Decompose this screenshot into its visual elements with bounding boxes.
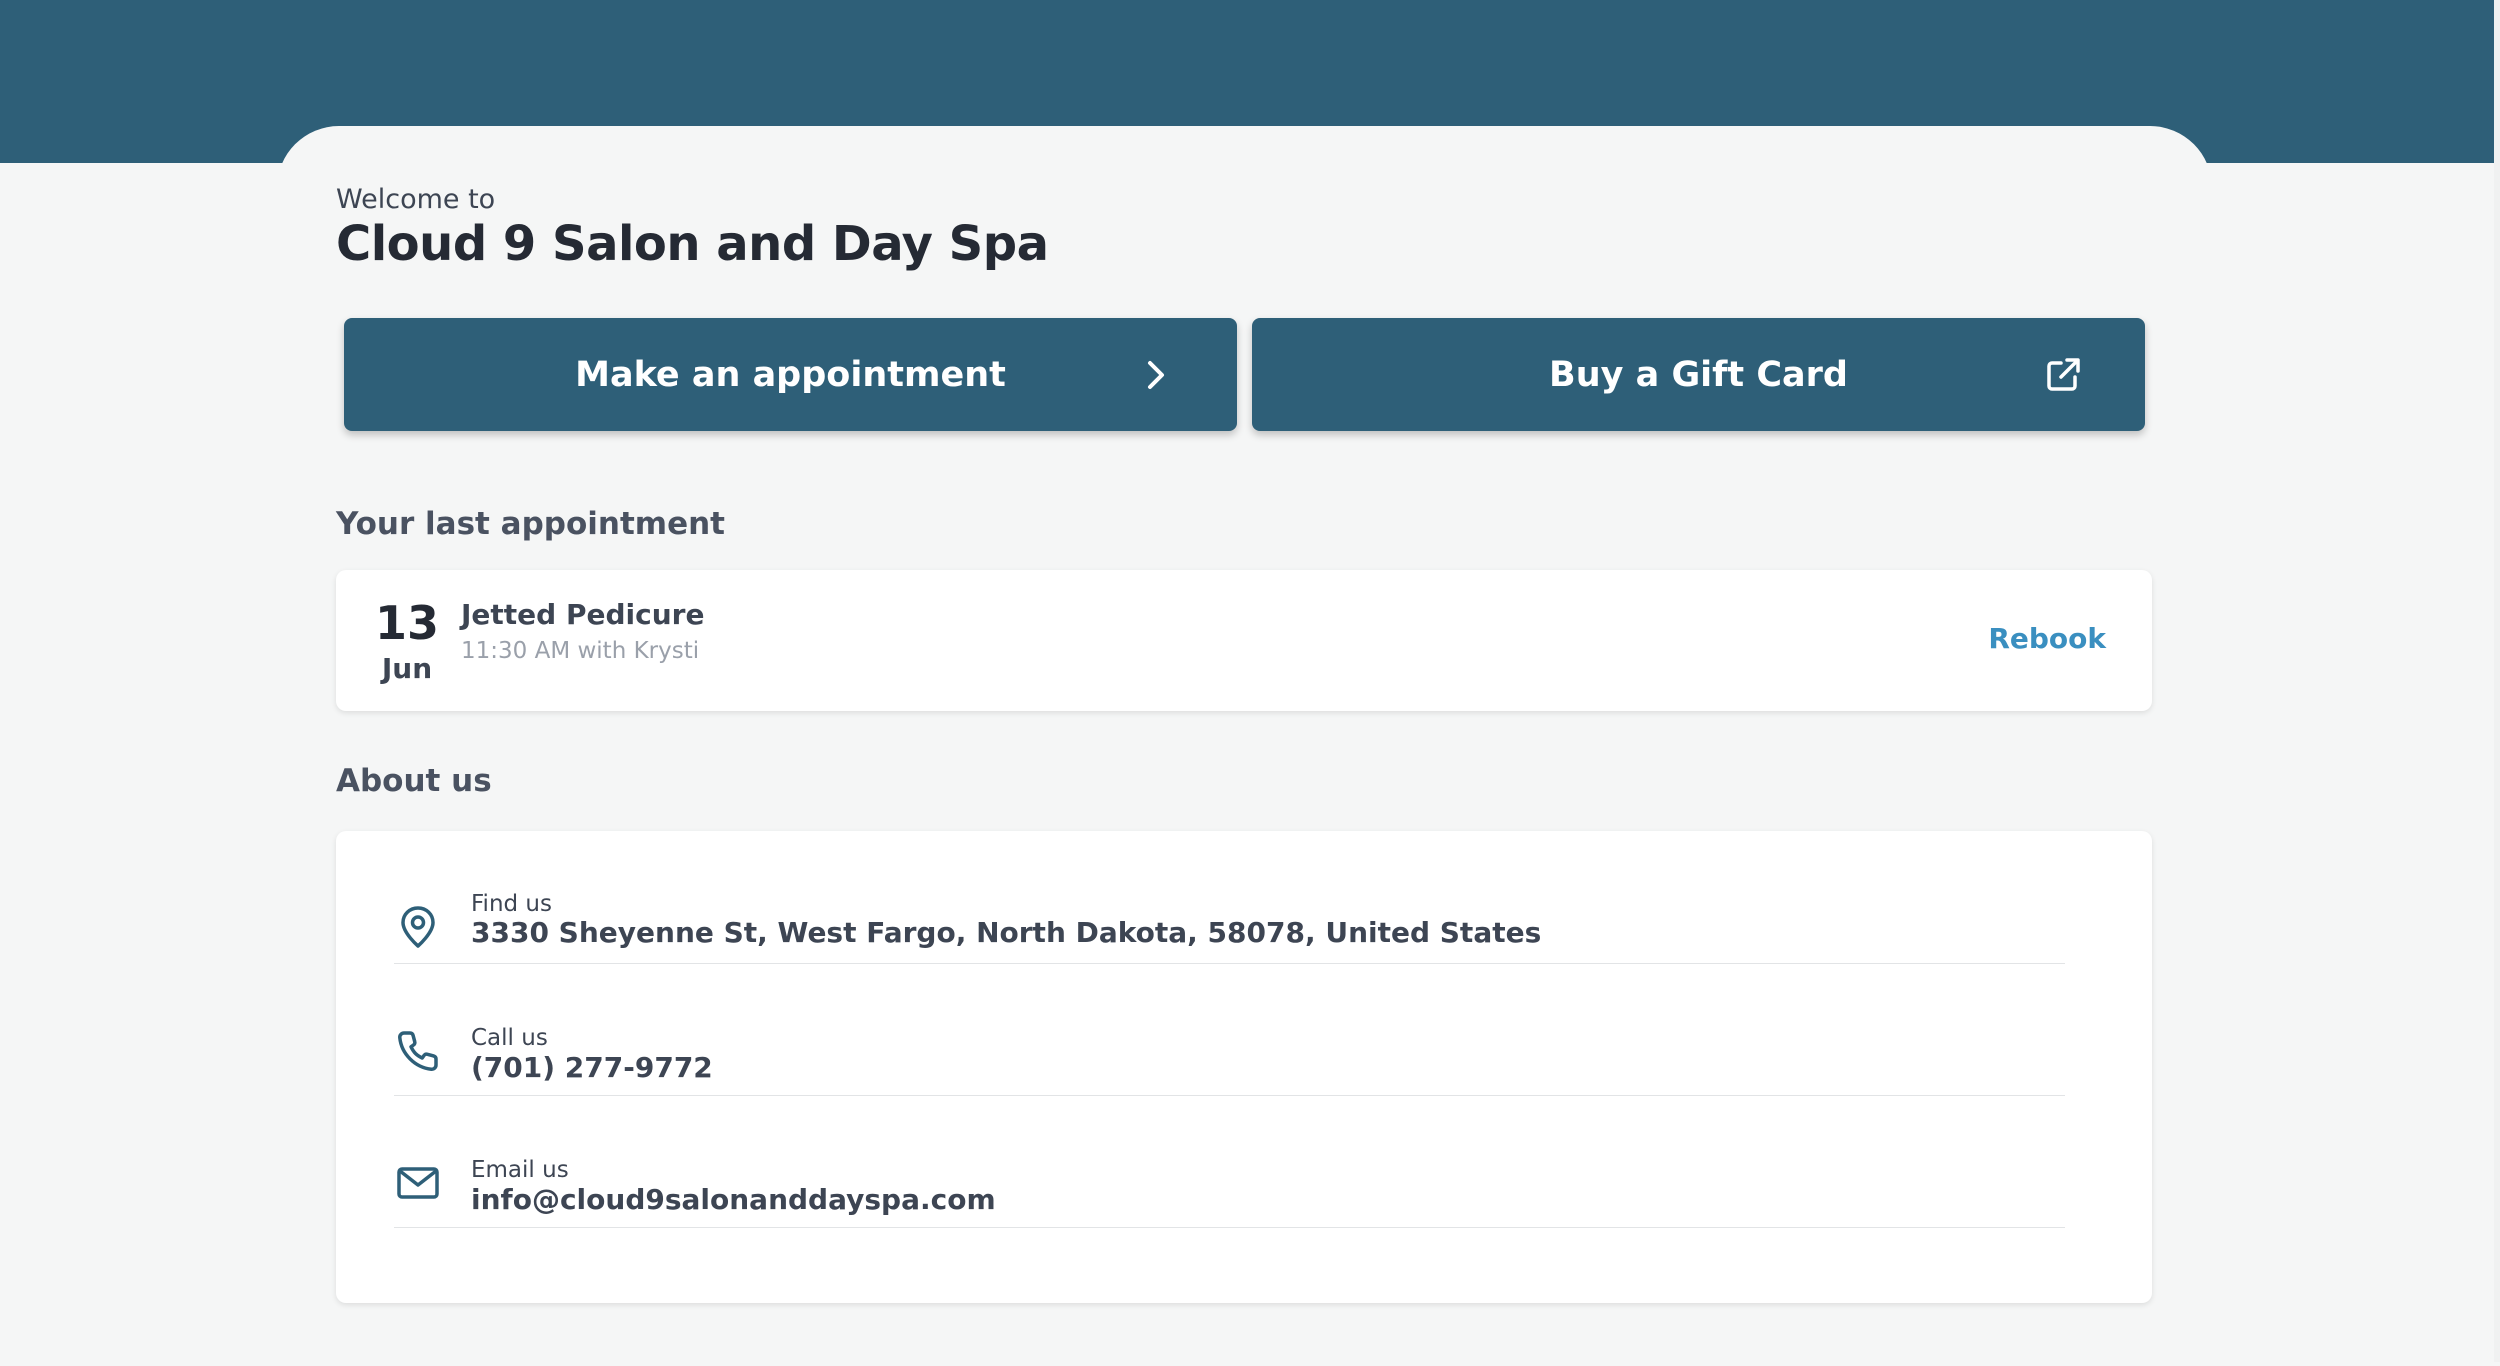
welcome-text: Welcome to [336,184,496,215]
appointment-month: Jun [381,652,433,685]
chevron-right-icon [1148,361,1164,389]
last-appointment-heading: Your last appointment [336,506,725,542]
mail-icon [397,1167,439,1199]
buy-gift-card-label: Buy a Gift Card [1549,354,1848,395]
find-us-row: Find us 3330 Sheyenne St, West Fargo, No… [394,861,2065,964]
make-appointment-label: Make an appointment [575,354,1006,395]
business-name: Cloud 9 Salon and Day Spa [336,216,1049,272]
last-appointment-card: 13 Jun Jetted Pedicure 11:30 AM with Kry… [336,570,2152,711]
about-card: Find us 3330 Sheyenne St, West Fargo, No… [336,831,2152,1303]
appointment-detail: 11:30 AM with Krysti [461,638,700,664]
about-heading: About us [336,763,492,799]
rebook-button[interactable]: Rebook [1988,622,2106,655]
appointment-day: 13 [374,596,439,650]
call-us-label: Call us [471,1025,548,1051]
map-pin-icon [401,906,435,948]
page-edge [2494,0,2500,1362]
phone-value[interactable]: (701) 277-9772 [471,1051,713,1084]
call-us-row: Call us (701) 277-9772 [394,963,2065,1096]
appointment-service: Jetted Pedicure [461,598,705,631]
find-us-label: Find us [471,891,552,917]
buy-gift-card-button[interactable]: Buy a Gift Card [1252,318,2145,431]
make-appointment-button[interactable]: Make an appointment [344,318,1237,431]
email-us-label: Email us [471,1157,569,1183]
address-value: 3330 Sheyenne St, West Fargo, North Dako… [471,916,1542,949]
email-value[interactable]: info@cloud9salonanddayspa.com [471,1183,996,1216]
external-link-icon [2047,358,2080,391]
phone-icon [398,1031,438,1071]
email-us-row: Email us info@cloud9salonanddayspa.com [394,1095,2065,1228]
